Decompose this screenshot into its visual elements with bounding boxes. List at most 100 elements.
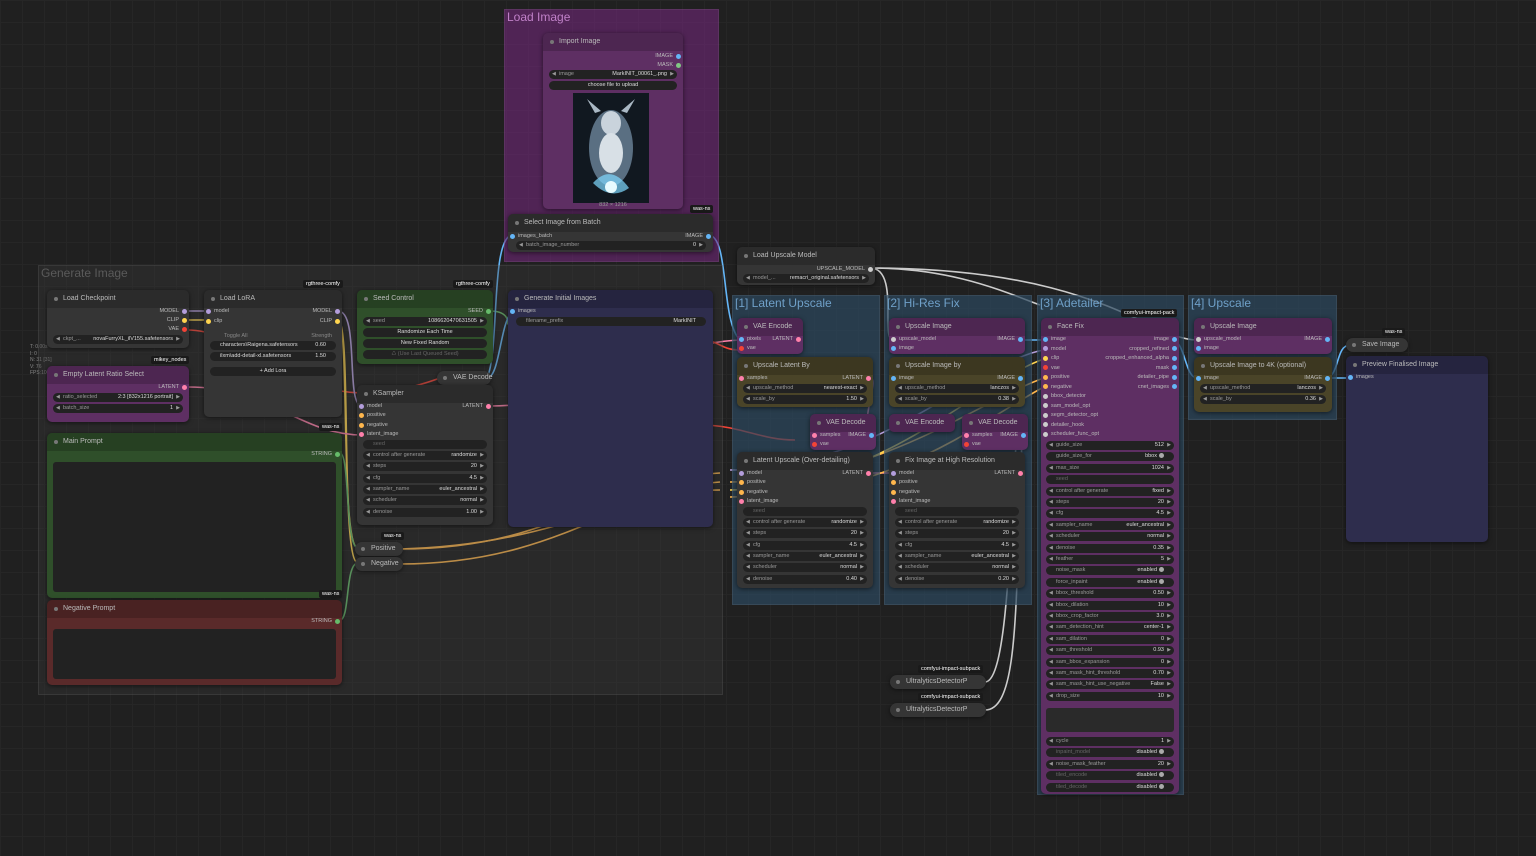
- face-fix-textarea[interactable]: [1046, 708, 1174, 732]
- widget-force-inpaint[interactable]: force_inpaint enabled: [1046, 577, 1174, 587]
- node-preview-finalised-image[interactable]: Preview Finalised Image images: [1346, 356, 1488, 542]
- input-sam-model-opt[interactable]: sam_model_opt: [1043, 402, 1090, 410]
- scale-by-field[interactable]: scale_by0.36: [1200, 395, 1326, 404]
- cfg-field[interactable]: cfg4.5: [363, 474, 487, 483]
- widget-steps[interactable]: steps20: [1046, 498, 1174, 507]
- seed-field[interactable]: seed: [743, 507, 867, 516]
- output-cnet-images[interactable]: cnet_images: [1138, 383, 1177, 391]
- widget-bbox-dilation[interactable]: bbox_dilation10: [1046, 600, 1174, 610]
- cfg-field[interactable]: cfg4.5: [743, 541, 867, 550]
- input-samples[interactable]: samples: [812, 431, 840, 439]
- output-image[interactable]: IMAGE: [1000, 431, 1026, 439]
- input-model[interactable]: model: [1043, 345, 1066, 353]
- upload-button[interactable]: choose file to upload: [549, 81, 677, 90]
- sampler-select[interactable]: sampler_nameeuler_ancestral: [363, 485, 487, 494]
- output-image[interactable]: IMAGE: [1304, 335, 1330, 343]
- widget-sampler-name[interactable]: sampler_nameeuler_ancestral: [1046, 520, 1174, 530]
- node-upscale-image-2[interactable]: Upscale Image upscale_model image IMAGE: [1194, 318, 1332, 354]
- output-string[interactable]: STRING: [311, 617, 340, 625]
- output-seed[interactable]: SEED: [468, 307, 491, 315]
- control-after-generate[interactable]: control after generaterandomize: [363, 451, 487, 460]
- prompt-textarea[interactable]: [53, 462, 336, 592]
- widget-control-after-generate[interactable]: control after generatefixed: [1046, 486, 1174, 496]
- input-positive[interactable]: positive: [891, 478, 918, 486]
- output-mask[interactable]: MASK: [657, 61, 681, 69]
- input-upscale-model[interactable]: upscale_model: [1196, 335, 1241, 343]
- scheduler-select[interactable]: schedulernormal: [743, 563, 867, 572]
- output-string[interactable]: STRING: [311, 450, 340, 458]
- ckpt-select[interactable]: ckpt_...novaFurryXL_ilV155.safetensors: [53, 335, 183, 344]
- widget-tiled-decode[interactable]: tiled_decode disabled: [1046, 782, 1174, 792]
- node-upscale-latent-by[interactable]: Upscale Latent By samples LATENT upscale…: [737, 357, 873, 407]
- input-model[interactable]: model: [206, 307, 229, 315]
- output-image[interactable]: IMAGE: [1304, 374, 1330, 382]
- node-positive-collapsed[interactable]: Positive: [355, 542, 403, 556]
- output-image[interactable]: IMAGE: [655, 52, 681, 60]
- widget-sam-dilation[interactable]: sam_dilation0: [1046, 634, 1174, 644]
- toggle-all[interactable]: Toggle All: [224, 332, 248, 340]
- output-latent[interactable]: LATENT: [158, 383, 187, 391]
- graph-canvas[interactable]: T: 0.00s I: 0 N: 31 [31] V: 76 FPS:100 L…: [0, 0, 1536, 856]
- scale-by-field[interactable]: scale_by1.50: [743, 395, 867, 404]
- widget-tiled-encode[interactable]: tiled_encode disabled: [1046, 771, 1174, 781]
- input-latent-image[interactable]: latent_image: [739, 497, 779, 505]
- input-negative[interactable]: negative: [891, 488, 920, 496]
- input-negative[interactable]: negative: [359, 421, 388, 429]
- node-load-checkpoint[interactable]: Load Checkpoint MODEL CLIP VAE ckpt_...n…: [47, 290, 189, 348]
- output-image[interactable]: IMAGE: [997, 374, 1023, 382]
- new-fixed-random-button[interactable]: New Fixed Random: [363, 339, 487, 348]
- widget-sam-threshold[interactable]: sam_threshold0.93: [1046, 646, 1174, 656]
- widget-drop-size[interactable]: drop_size10: [1046, 691, 1174, 701]
- widget-cfg[interactable]: cfg4.5: [1046, 509, 1174, 519]
- input-vae[interactable]: vae: [964, 440, 981, 448]
- output-clip[interactable]: CLIP: [320, 317, 340, 325]
- input-model[interactable]: model: [739, 469, 762, 477]
- node-face-fix[interactable]: Face Fix image model clip vae positive negati…: [1041, 318, 1179, 794]
- widget-max-size[interactable]: max_size1024: [1046, 463, 1174, 473]
- node-seed-control[interactable]: Seed Control SEED seed1086620470631505 R…: [357, 290, 493, 364]
- input-images[interactable]: images: [510, 307, 536, 315]
- input-negative[interactable]: negative: [739, 488, 768, 496]
- node-ultralytics-2[interactable]: UltralyticsDetectorP: [890, 703, 986, 717]
- input-bbox-detector[interactable]: bbox_detector: [1043, 392, 1086, 400]
- output-model[interactable]: MODEL: [159, 307, 187, 315]
- widget-guide-size-for[interactable]: guide_size_for bbox: [1046, 452, 1174, 462]
- input-image[interactable]: image: [891, 344, 914, 352]
- widget-bbox-crop-factor[interactable]: bbox_crop_factor3.0: [1046, 612, 1174, 621]
- widget-sam-mask-hint-use-negative[interactable]: sam_mask_hint_use_negativeFalse: [1046, 680, 1174, 690]
- widget-scheduler[interactable]: schedulernormal: [1046, 532, 1174, 542]
- node-load-lora[interactable]: Load LoRA model clip MODEL CLIP Toggle A…: [204, 290, 342, 417]
- sampler-select[interactable]: sampler_nameeuler_ancestral: [743, 552, 867, 561]
- node-vae-encode-1[interactable]: VAE Encode pixels vae LATENT: [737, 318, 803, 354]
- node-vae-decode-2[interactable]: VAE Decode samples vae IMAGE: [962, 414, 1028, 450]
- node-load-upscale-model[interactable]: Load Upscale Model UPSCALE_MODEL model_.…: [737, 247, 875, 285]
- seed-field[interactable]: seed1086620470631505: [363, 317, 487, 326]
- output-mask[interactable]: mask: [1156, 364, 1177, 372]
- scheduler-select[interactable]: schedulernormal: [895, 563, 1019, 572]
- widget-guide-size[interactable]: guide_size512: [1046, 441, 1174, 450]
- output-upscale-model[interactable]: UPSCALE_MODEL: [817, 265, 873, 273]
- input-image[interactable]: image: [1043, 335, 1066, 343]
- batch-size-field[interactable]: batch_size1: [53, 404, 183, 413]
- output-clip[interactable]: CLIP: [167, 316, 187, 324]
- input-image[interactable]: image: [1196, 374, 1219, 382]
- node-import-image[interactable]: Import Image IMAGE MASK imageMarkINIT_00…: [543, 33, 683, 209]
- input-positive[interactable]: positive: [739, 478, 766, 486]
- seed-field[interactable]: seed: [895, 507, 1019, 516]
- node-ultralytics-1[interactable]: UltralyticsDetectorP: [890, 675, 986, 689]
- input-latent-image[interactable]: latent_image: [359, 430, 399, 438]
- output-image[interactable]: IMAGE: [848, 431, 874, 439]
- input-image[interactable]: image: [891, 374, 914, 382]
- output-image[interactable]: image: [1154, 335, 1177, 343]
- output-image[interactable]: IMAGE: [997, 335, 1023, 343]
- node-select-image-from-batch[interactable]: Select Image from Batch images_batch IMA…: [508, 214, 713, 252]
- cfg-field[interactable]: cfg4.5: [895, 541, 1019, 550]
- node-negative-prompt[interactable]: Negative Prompt STRING: [47, 600, 342, 685]
- node-vae-decode-1[interactable]: VAE Decode samples vae IMAGE: [810, 414, 876, 450]
- input-vae[interactable]: vae: [739, 344, 756, 352]
- output-latent[interactable]: LATENT: [994, 469, 1023, 477]
- widget-bbox-threshold[interactable]: bbox_threshold0.50: [1046, 589, 1174, 599]
- input-images[interactable]: images: [1348, 373, 1374, 381]
- output-vae[interactable]: VAE: [168, 325, 187, 333]
- lora-row-1[interactable]: characters\Raigena.safetensors 0.60: [210, 341, 336, 350]
